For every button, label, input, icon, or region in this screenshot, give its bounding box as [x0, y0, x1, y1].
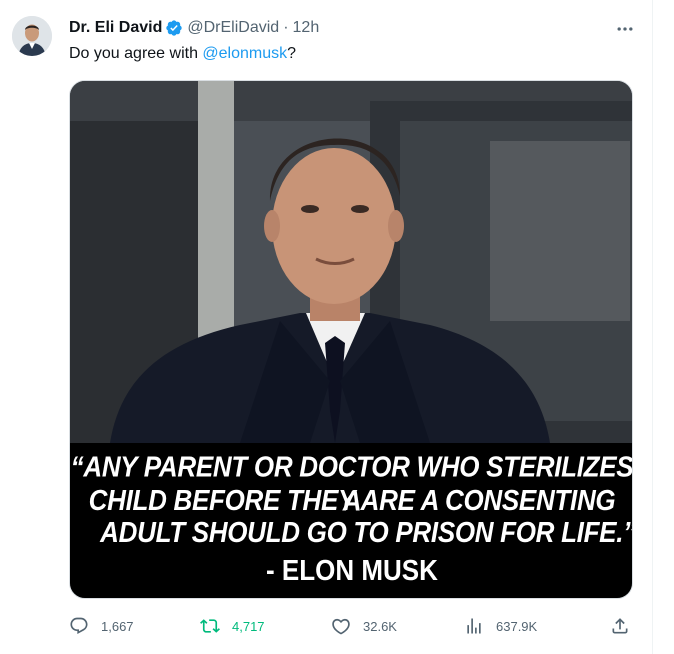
tweet-text: Do you agree with @elonmusk?: [69, 44, 296, 64]
repost-icon: [200, 619, 220, 633]
avatar[interactable]: [12, 16, 52, 56]
like-button[interactable]: 32.6K: [331, 614, 397, 638]
reply-button[interactable]: 1,667: [69, 614, 134, 638]
views-count: 637.9K: [496, 618, 538, 634]
tweet-header: Dr. Eli David @DrEliDavid · 12h: [69, 17, 319, 39]
quote-line-3: ADULT SHOULD GO TO PRISON FOR LIFE.”: [100, 515, 633, 549]
tweet[interactable]: Dr. Eli David @DrEliDavid · 12h Do you a…: [0, 0, 653, 654]
reply-icon: [70, 617, 88, 635]
tweet-media[interactable]: “ANY PARENT OR DOCTOR WHO STERILIZES A C…: [69, 80, 633, 599]
repost-button[interactable]: 4,717: [200, 614, 265, 638]
author-name[interactable]: Dr. Eli David: [69, 19, 162, 37]
repost-count: 4,717: [232, 618, 265, 634]
author-handle[interactable]: @DrEliDavid: [187, 19, 279, 37]
verified-badge-icon: [166, 20, 183, 36]
heart-icon: [332, 618, 350, 635]
tweet-actions: 1,667 4,717 32.6K 637.9K: [69, 614, 635, 638]
mention-link[interactable]: @elonmusk: [202, 45, 287, 62]
views-chart-icon: [467, 618, 481, 634]
tweet-text-before: Do you agree with: [69, 45, 203, 62]
like-count: 32.6K: [363, 618, 397, 634]
views-button[interactable]: 637.9K: [464, 614, 537, 638]
share-icon: [612, 618, 628, 634]
media-caption: “ANY PARENT OR DOCTOR WHO STERILIZES A C…: [70, 443, 633, 598]
media-photo: [70, 81, 632, 443]
tweet-text-after: ?: [287, 45, 297, 62]
separator-dot: ·: [283, 19, 289, 36]
reply-count: 1,667: [101, 618, 134, 634]
quote-line-2: CHILD BEFORE THEY ARE A CONSENTING: [88, 483, 616, 517]
more-options-icon[interactable]: [612, 16, 638, 42]
quote-attribution: - ELON MUSK: [266, 553, 438, 587]
share-button[interactable]: [610, 614, 642, 638]
timestamp[interactable]: 12h: [293, 19, 320, 37]
